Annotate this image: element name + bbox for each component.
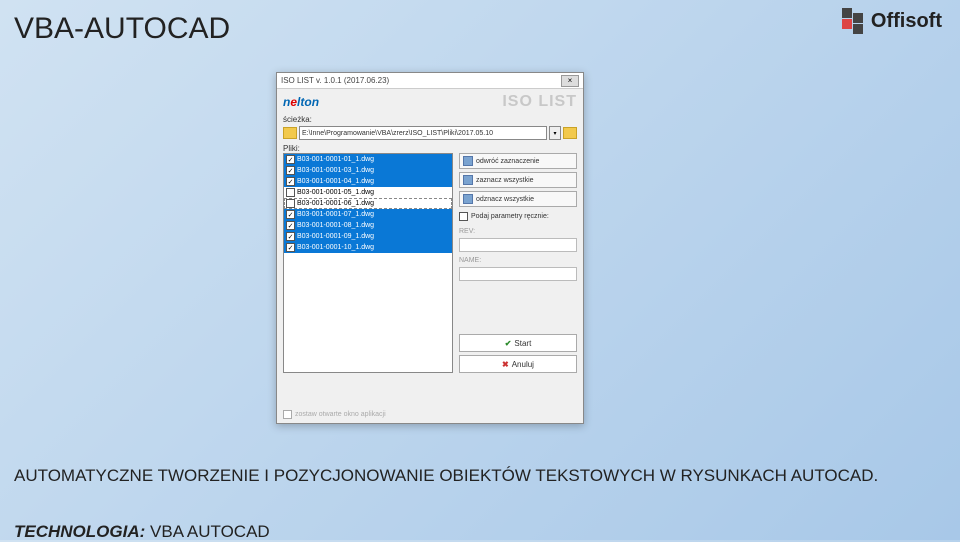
invert-icon [463, 156, 473, 166]
dialog-title: ISO LIST v. 1.0.1 (2017.06.23) [281, 76, 561, 85]
file-checkbox[interactable]: ✓ [286, 210, 295, 219]
file-checkbox[interactable]: ✓ [286, 177, 295, 186]
files-label: Pliki: [277, 144, 583, 153]
rev-input[interactable] [459, 238, 577, 252]
file-name: B03-001-0001-03_1.dwg [297, 167, 374, 174]
file-row[interactable]: B03-001-0001-05_1.dwg [284, 187, 452, 198]
file-name: B03-001-0001-01_1.dwg [297, 156, 374, 163]
offisoft-icon [842, 8, 863, 34]
file-name: B03-001-0001-08_1.dwg [297, 222, 374, 229]
select-all-icon [463, 175, 473, 185]
invert-selection-button[interactable]: odwróć zaznaczenie [459, 153, 577, 169]
checkbox-icon [459, 212, 468, 221]
keep-open-checkbox[interactable] [283, 410, 292, 419]
dialog-header: nelton ISO LIST [277, 89, 583, 115]
file-row[interactable]: ✓B03-001-0001-08_1.dwg [284, 220, 452, 231]
name-input[interactable] [459, 267, 577, 281]
path-input[interactable]: E:\Inne\Programowanie\VBA\zrerz\ISO_LIST… [299, 126, 547, 140]
name-label: NAME: [459, 257, 577, 264]
deselect-all-icon [463, 194, 473, 204]
cancel-button[interactable]: ✖ Anuluj [459, 355, 577, 373]
manual-params-checkbox[interactable]: Podaj parametry ręcznie: [459, 210, 577, 223]
page-title: VBA-AUTOCAD [14, 12, 230, 46]
file-row[interactable]: ✓B03-001-0001-10_1.dwg [284, 242, 452, 253]
file-row[interactable]: ✓B03-001-0001-07_1.dwg [284, 209, 452, 220]
browse-button[interactable] [563, 127, 577, 139]
files-list[interactable]: ✓B03-001-0001-01_1.dwg✓B03-001-0001-03_1… [283, 153, 453, 373]
path-dropdown[interactable]: ▾ [549, 126, 561, 140]
file-name: B03-001-0001-07_1.dwg [297, 211, 374, 218]
file-checkbox[interactable] [286, 188, 295, 197]
file-checkbox[interactable]: ✓ [286, 221, 295, 230]
file-row[interactable]: ✓B03-001-0001-01_1.dwg [284, 154, 452, 165]
dialog-footer: zostaw otwarte okno aplikacji [283, 410, 577, 419]
iso-list-heading: ISO LIST [319, 93, 577, 111]
file-checkbox[interactable]: ✓ [286, 155, 295, 164]
file-name: B03-001-0001-04_1.dwg [297, 178, 374, 185]
cancel-icon: ✖ [502, 360, 509, 369]
file-name: B03-001-0001-10_1.dwg [297, 244, 374, 251]
file-row[interactable]: ✓B03-001-0001-09_1.dwg [284, 231, 452, 242]
check-icon: ✔ [505, 339, 512, 348]
slide-description: AUTOMATYCZNE TWORZENIE I POZYCJONOWANIE … [14, 465, 946, 488]
dialog-titlebar[interactable]: ISO LIST v. 1.0.1 (2017.06.23) × [277, 73, 583, 89]
brand-name: Offisoft [871, 10, 942, 33]
file-name: B03-001-0001-09_1.dwg [297, 233, 374, 240]
file-row[interactable]: B03-001-0001-06_1.dwg [284, 198, 452, 209]
file-checkbox[interactable] [286, 199, 295, 208]
file-name: B03-001-0001-05_1.dwg [297, 189, 374, 196]
close-button[interactable]: × [561, 75, 579, 87]
keep-open-label: zostaw otwarte okno aplikacji [295, 411, 386, 418]
file-checkbox[interactable]: ✓ [286, 243, 295, 252]
path-row: E:\Inne\Programowanie\VBA\zrerz\ISO_LIST… [277, 124, 583, 144]
nelton-logo: nelton [283, 95, 319, 109]
file-checkbox[interactable]: ✓ [286, 166, 295, 175]
select-all-button[interactable]: zaznacz wszystkie [459, 172, 577, 188]
iso-list-dialog: ISO LIST v. 1.0.1 (2017.06.23) × nelton … [276, 72, 584, 424]
rev-label: REV: [459, 228, 577, 235]
deselect-all-button[interactable]: odznacz wszystkie [459, 191, 577, 207]
file-name: B03-001-0001-06_1.dwg [297, 200, 374, 207]
technology-line: TECHNOLOGIA: VBA AUTOCAD [14, 522, 270, 542]
folder-icon[interactable] [283, 127, 297, 139]
close-icon: × [568, 76, 573, 85]
start-button[interactable]: ✔ Start [459, 334, 577, 352]
file-checkbox[interactable]: ✓ [286, 232, 295, 241]
file-row[interactable]: ✓B03-001-0001-03_1.dwg [284, 165, 452, 176]
path-label: ścieżka: [277, 115, 583, 124]
file-row[interactable]: ✓B03-001-0001-04_1.dwg [284, 176, 452, 187]
brand-logo: Offisoft [842, 8, 942, 34]
